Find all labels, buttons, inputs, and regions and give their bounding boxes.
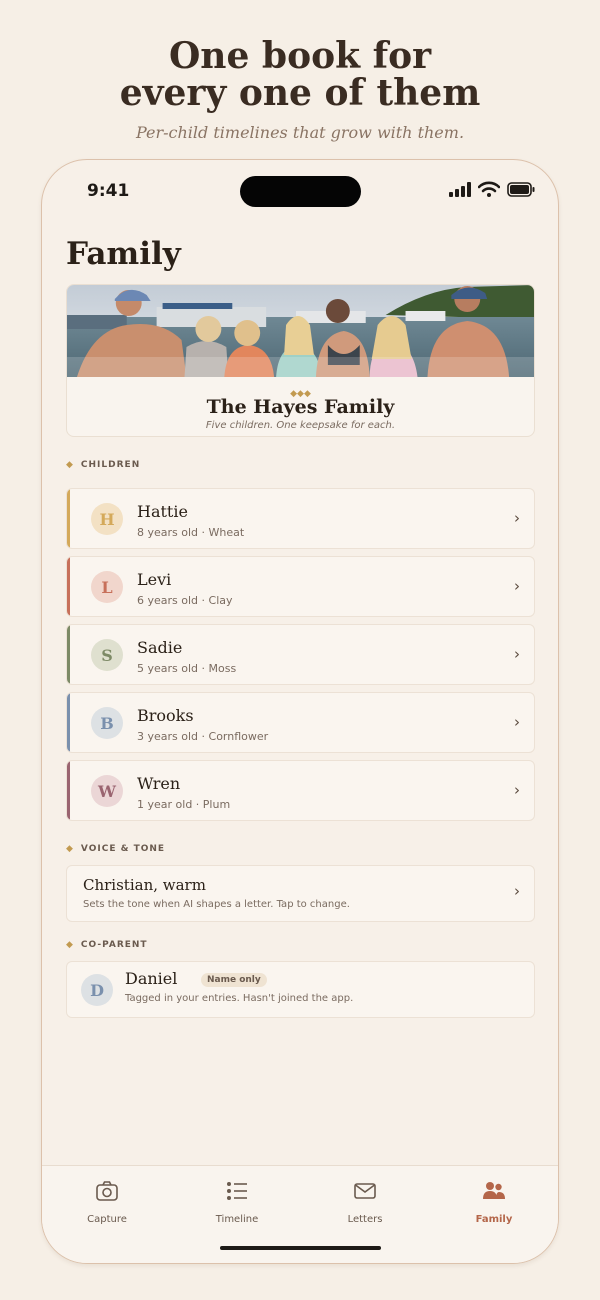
chevron-right-icon: › <box>514 781 520 799</box>
home-indicator <box>220 1246 381 1250</box>
voice-tone-card[interactable]: Christian, warm Sets the tone when AI sh… <box>66 865 535 922</box>
avatar: D <box>81 974 113 1006</box>
accent-bar <box>67 489 70 548</box>
avatar: L <box>91 571 123 603</box>
page-title: Family <box>66 236 181 272</box>
child-name: Sadie <box>137 638 183 657</box>
child-row-hattie[interactable]: H Hattie 8 years old · Wheat › <box>66 488 535 549</box>
accent-bar <box>67 625 70 684</box>
avatar: S <box>91 639 123 671</box>
section-coparent: ◆ CO-PARENT <box>66 940 148 950</box>
child-meta: 8 years old · Wheat <box>137 526 245 539</box>
family-photo <box>67 285 534 377</box>
accent-bar <box>67 761 70 820</box>
section-label: CHILDREN <box>80 460 141 470</box>
tab-label: Family <box>475 1214 513 1225</box>
chevron-right-icon: › <box>514 509 520 527</box>
avatar: H <box>91 503 123 535</box>
tab-label: Letters <box>347 1214 383 1225</box>
chevron-right-icon: › <box>514 713 520 731</box>
child-meta: 5 years old · Moss <box>137 662 237 675</box>
avatar: W <box>91 775 123 807</box>
accent-bar <box>67 557 70 616</box>
wifi-icon <box>478 181 500 197</box>
phone-frame: 9:41 Family ◆◆◆ The Hayes Family Five ch… <box>41 159 559 1264</box>
camera-icon <box>96 1181 118 1201</box>
child-row-sadie[interactable]: S Sadie 5 years old · Moss › <box>66 624 535 685</box>
child-meta: 6 years old · Clay <box>137 594 233 607</box>
section-voice: ◆ VOICE & TONE <box>66 844 165 854</box>
tab-capture[interactable]: Capture <box>42 1166 172 1236</box>
tab-timeline[interactable]: Timeline <box>172 1166 302 1236</box>
coparent-card[interactable]: D Daniel Name only Tagged in your entrie… <box>66 961 535 1018</box>
section-label: CO-PARENT <box>80 940 148 950</box>
status-icons <box>449 181 535 197</box>
section-marker-icon: ◆ <box>66 460 73 470</box>
child-name: Hattie <box>137 502 188 521</box>
tab-label: Timeline <box>215 1214 259 1225</box>
status-bar: 9:41 <box>42 160 558 220</box>
coparent-name: Daniel <box>125 969 178 988</box>
voice-description: Sets the tone when AI shapes a letter. T… <box>83 899 350 910</box>
section-children: ◆ CHILDREN <box>66 460 140 470</box>
hero-title-line2: every one of them <box>119 72 481 114</box>
avatar: B <box>91 707 123 739</box>
status-badge: Name only <box>201 973 267 987</box>
chevron-right-icon: › <box>514 882 520 900</box>
dynamic-island <box>240 176 361 207</box>
child-meta: 3 years old · Cornflower <box>137 730 269 743</box>
family-tagline: Five children. One keepsake for each. <box>205 420 396 431</box>
child-meta: 1 year old · Plum <box>137 798 231 811</box>
coparent-description: Tagged in your entries. Hasn't joined th… <box>125 993 354 1004</box>
child-row-levi[interactable]: L Levi 6 years old · Clay › <box>66 556 535 617</box>
envelope-icon <box>354 1183 376 1199</box>
list-icon <box>227 1182 247 1200</box>
section-marker-icon: ◆ <box>66 844 73 854</box>
people-icon <box>483 1182 505 1199</box>
tab-letters[interactable]: Letters <box>300 1166 430 1236</box>
hero-subtitle: Per-child timelines that grow with them. <box>135 123 465 142</box>
hero-title-line1: One book for <box>168 35 432 77</box>
family-banner-card[interactable]: ◆◆◆ The Hayes Family Five children. One … <box>66 284 535 437</box>
battery-icon <box>507 182 535 197</box>
child-row-wren[interactable]: W Wren 1 year old · Plum › <box>66 760 535 821</box>
child-name: Levi <box>137 570 172 589</box>
family-name: The Hayes Family <box>206 396 395 418</box>
accent-bar <box>67 693 70 752</box>
tab-family[interactable]: Family <box>429 1166 558 1236</box>
hero-title: One book for every one of them <box>0 38 600 112</box>
section-label: VOICE & TONE <box>80 844 166 854</box>
hero-header: One book for every one of them Per-child… <box>0 38 600 143</box>
chevron-right-icon: › <box>514 645 520 663</box>
section-marker-icon: ◆ <box>66 940 73 950</box>
child-row-brooks[interactable]: B Brooks 3 years old · Cornflower › <box>66 692 535 753</box>
child-name: Brooks <box>137 706 194 725</box>
signal-icon <box>449 182 471 197</box>
chevron-right-icon: › <box>514 577 520 595</box>
voice-name: Christian, warm <box>83 876 206 894</box>
status-time: 9:41 <box>87 181 130 201</box>
child-name: Wren <box>137 774 181 793</box>
tab-label: Capture <box>87 1214 127 1225</box>
